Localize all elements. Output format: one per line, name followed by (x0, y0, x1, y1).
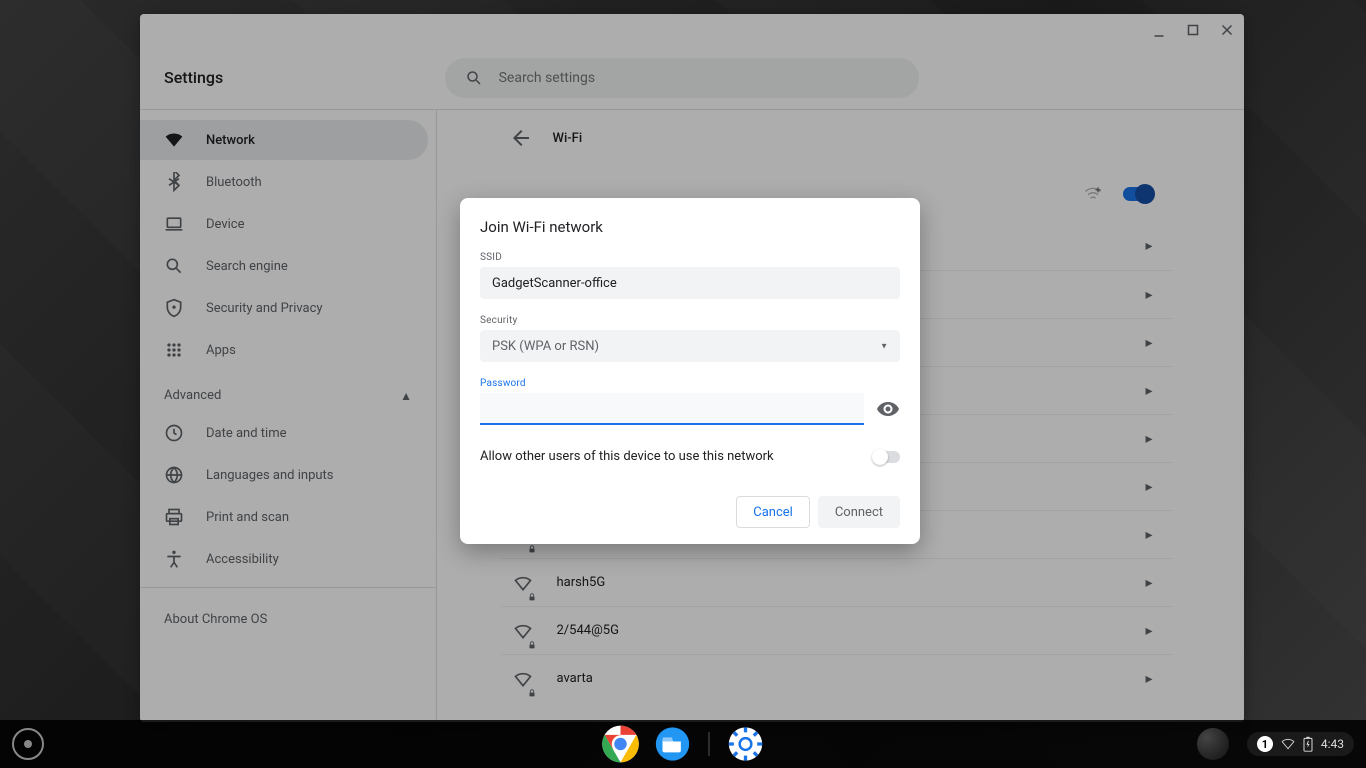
dialog-title: Join Wi-Fi network (480, 218, 900, 236)
shelf-apps (601, 724, 766, 764)
ssid-label: SSID (480, 252, 900, 263)
clock: 4:43 (1321, 737, 1344, 751)
security-label: Security (480, 315, 900, 326)
connect-button[interactable]: Connect (818, 496, 900, 528)
launcher-button[interactable] (12, 728, 44, 760)
battery-status-icon (1303, 736, 1313, 752)
ssid-input[interactable] (480, 267, 900, 299)
chrome-os-shelf: 1 4:43 (0, 720, 1366, 768)
allow-others-label: Allow other users of this device to use … (480, 449, 774, 464)
show-password-icon[interactable] (876, 397, 900, 421)
allow-others-toggle[interactable] (872, 451, 900, 463)
settings-window: Settings NetworkBluetoothDeviceSearch en… (140, 14, 1244, 722)
chrome-icon[interactable] (601, 724, 641, 764)
status-tray[interactable]: 1 4:43 (1197, 728, 1354, 760)
settings-shelf-icon[interactable] (726, 724, 766, 764)
wifi-status-icon (1281, 737, 1295, 751)
password-label: Password (480, 378, 900, 389)
files-icon[interactable] (653, 724, 693, 764)
password-input[interactable] (480, 393, 864, 425)
cancel-button[interactable]: Cancel (736, 496, 810, 528)
user-avatar[interactable] (1197, 728, 1229, 760)
notification-badge: 1 (1257, 736, 1273, 752)
security-select[interactable] (480, 330, 900, 362)
join-wifi-dialog: Join Wi-Fi network SSID Security Passwor… (460, 198, 920, 544)
